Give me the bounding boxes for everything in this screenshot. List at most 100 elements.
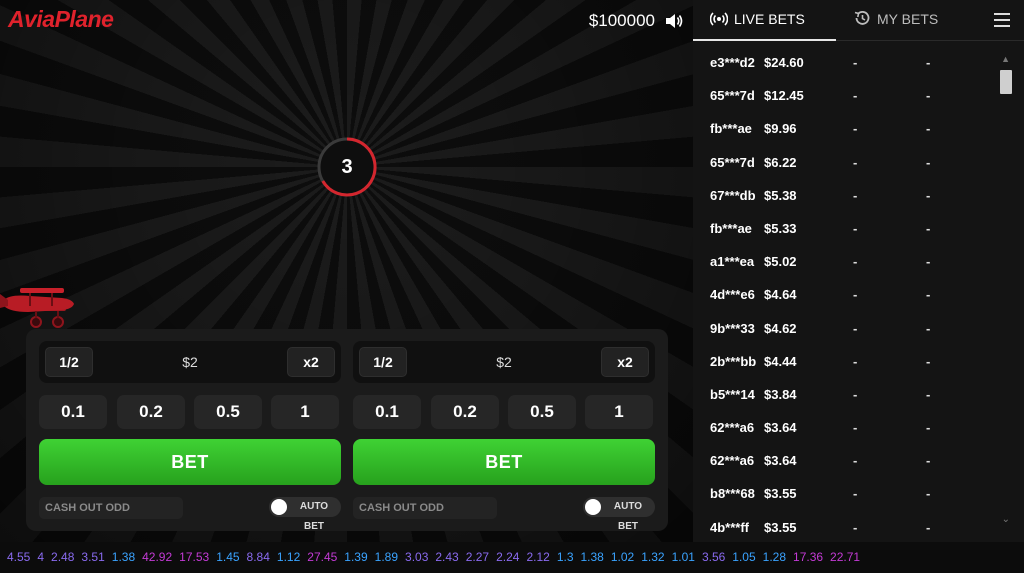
bet-win: -	[926, 486, 931, 502]
bet-win: -	[926, 320, 931, 336]
broadcast-icon	[709, 12, 729, 26]
chip-button[interactable]: 0.2	[117, 395, 185, 429]
bet-user: 65***7d	[710, 88, 755, 104]
bet-row: e3***d2 $24.60 - -	[693, 45, 993, 78]
game-area: AviaPlane $100000 3 1/2 $2 x2 0.1 0.2 0.…	[0, 0, 693, 542]
bet-odd: -	[853, 386, 858, 402]
cashout-odd-input[interactable]: CASH OUT ODD	[353, 497, 497, 519]
chip-button[interactable]: 0.2	[431, 395, 499, 429]
history-odd: 3.03	[405, 550, 429, 564]
scroll-up-icon[interactable]: ▲	[1001, 54, 1010, 64]
bet-amount: $3.55	[764, 486, 797, 502]
bet-win: -	[926, 519, 931, 535]
bet-win: -	[926, 353, 931, 369]
bet-odd: -	[853, 519, 858, 535]
bet-odd: -	[853, 220, 858, 236]
chip-row: 0.1 0.2 0.5 1	[353, 395, 655, 429]
bet-user: b8***68	[710, 486, 755, 502]
auto-bet-toggle[interactable]: AUTO BET	[583, 497, 655, 532]
bet-block-1: 1/2 $2 x2 0.1 0.2 0.5 1 BET CASH OUT ODD…	[39, 341, 341, 532]
bet-odd: -	[853, 353, 858, 369]
bet-amount: $9.96	[764, 121, 797, 137]
history-odd: 1.12	[276, 550, 301, 564]
bet-row: a1***ea $5.02 - -	[693, 244, 993, 277]
bet-row: 67***db $5.38 - -	[693, 178, 993, 211]
chip-button[interactable]: 0.1	[39, 395, 107, 429]
bet-amount: $4.44	[764, 353, 797, 369]
tab-live-bets[interactable]: LIVE BETS	[693, 0, 836, 41]
history-odd: 4	[37, 550, 45, 564]
bet-amount[interactable]: $2	[413, 341, 595, 383]
bet-win: -	[926, 55, 931, 70]
scrollbar-thumb[interactable]	[1000, 70, 1012, 94]
bet-win: -	[926, 121, 931, 137]
countdown-timer: 3	[316, 136, 378, 198]
bet-win: -	[926, 254, 931, 270]
countdown-number: 3	[341, 156, 353, 178]
chip-button[interactable]: 1	[585, 395, 653, 429]
auto-bet-label: AUTO BET	[299, 501, 329, 532]
auto-bet-label: AUTO BET	[613, 501, 643, 532]
bet-amount: $5.33	[764, 220, 797, 236]
bet-win: -	[926, 420, 931, 436]
amount-row: 1/2 $2 x2	[353, 341, 655, 383]
bet-amount: $3.64	[764, 420, 797, 436]
history-odd: 1.39	[344, 550, 368, 564]
bet-odd: -	[853, 154, 858, 170]
halve-amount-button[interactable]: 1/2	[45, 347, 93, 377]
bet-button[interactable]: BET	[353, 439, 655, 485]
tab-my-bets[interactable]: MY BETS	[853, 0, 963, 41]
double-amount-button[interactable]: x2	[287, 347, 335, 377]
bet-win: -	[926, 88, 931, 104]
amount-row: 1/2 $2 x2	[39, 341, 341, 383]
bet-user: 9b***33	[710, 320, 755, 336]
bet-row: 2b***bb $4.44 - -	[693, 344, 993, 377]
auto-row: CASH OUT ODD AUTO BET	[39, 497, 341, 532]
auto-bet-toggle[interactable]: AUTO BET	[269, 497, 341, 532]
bet-win: -	[926, 187, 931, 203]
history-odd: 2.12	[526, 550, 550, 564]
auto-row: CASH OUT ODD AUTO BET	[353, 497, 655, 532]
chip-button[interactable]: 1	[271, 395, 339, 429]
bet-button[interactable]: BET	[39, 439, 341, 485]
history-odd: 42.92	[142, 550, 173, 564]
tab-label: LIVE BETS	[734, 11, 805, 27]
bet-amount: $4.64	[764, 287, 797, 303]
bet-row: 62***a6 $3.64 - -	[693, 410, 993, 443]
hamburger-icon[interactable]	[994, 13, 1010, 27]
history-odd: 8.84	[246, 550, 270, 564]
bet-amount: $6.22	[764, 154, 797, 170]
bet-odd: -	[853, 121, 858, 137]
chip-button[interactable]: 0.5	[194, 395, 262, 429]
speaker-icon[interactable]	[664, 11, 684, 31]
history-icon	[854, 11, 870, 26]
history-odd: 1.3	[556, 550, 574, 564]
odds-history-bar: 4.55 4 2.48 3.51 1.38 42.92 17.53 1.45 8.84 1.12 2…	[0, 542, 1024, 573]
bet-odd: -	[853, 453, 858, 469]
bet-row: fb***ae $5.33 - -	[693, 211, 993, 244]
bet-row: 9b***33 $4.62 - -	[693, 311, 993, 344]
chip-button[interactable]: 0.1	[353, 395, 421, 429]
history-odd: 3.51	[81, 550, 105, 564]
bet-row: 62***a6 $3.64 - -	[693, 443, 993, 476]
chip-button[interactable]: 0.5	[508, 395, 576, 429]
bet-odd: -	[853, 187, 858, 203]
bet-win: -	[926, 287, 931, 303]
history-odd: 27.45	[307, 550, 338, 564]
bet-amount[interactable]: $2	[99, 341, 281, 383]
bet-odd: -	[853, 88, 858, 104]
halve-amount-button[interactable]: 1/2	[359, 347, 407, 377]
double-amount-button[interactable]: x2	[601, 347, 649, 377]
bet-odd: -	[853, 420, 858, 436]
cashout-odd-input[interactable]: CASH OUT ODD	[39, 497, 183, 519]
history-odd: 1.28	[762, 550, 787, 564]
bet-win: -	[926, 453, 931, 469]
bet-user: 65***7d	[710, 154, 755, 170]
chevron-down-icon[interactable]: ⌄	[1002, 514, 1010, 525]
bet-odd: -	[853, 486, 858, 502]
bet-win: -	[926, 386, 931, 402]
bet-user: 4b***ff	[710, 519, 750, 535]
history-odd: 1.38	[111, 550, 136, 564]
history-odd: 2.27	[465, 550, 490, 564]
balance: $100000	[588, 11, 655, 30]
